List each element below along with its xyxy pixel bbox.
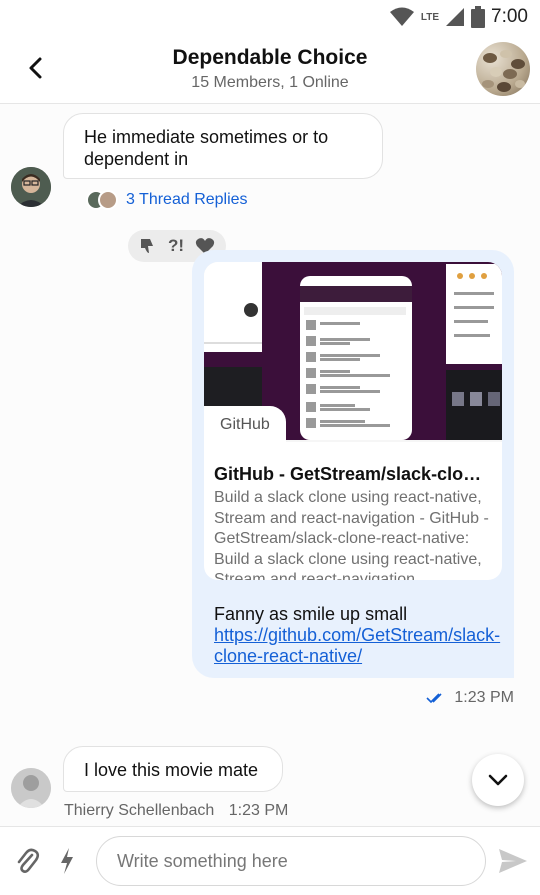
avatar[interactable]: [11, 768, 51, 808]
message-meta: 1:23 PM: [426, 689, 514, 707]
status-time: 7:00: [491, 6, 528, 27]
link-source: GitHub: [204, 406, 286, 444]
message-input[interactable]: [96, 836, 486, 886]
message-bubble[interactable]: I love this movie mate: [63, 746, 283, 792]
message-link[interactable]: https://github.com/GetStream/slack-clone…: [214, 625, 500, 666]
link-preview-title[interactable]: GitHub - GetStream/slack-clone…: [214, 464, 492, 485]
paperclip-icon[interactable]: [14, 847, 40, 877]
link-preview-image: GitHub: [204, 262, 502, 444]
status-bar: LTE 7:00: [0, 0, 540, 34]
message-bubble[interactable]: He immediate sometimes or to dependent i…: [63, 113, 383, 179]
message-text: I love this movie mate: [84, 760, 259, 780]
avatar: [98, 190, 118, 210]
chevron-down-icon: [488, 774, 508, 786]
thread-replies-link[interactable]: 3 Thread Replies: [126, 191, 248, 209]
network-label: LTE: [420, 11, 440, 23]
double-check-icon: [426, 693, 442, 704]
message-time: 1:23 PM: [228, 802, 289, 819]
message-text: He immediate sometimes or to dependent i…: [84, 127, 329, 169]
own-message-text: Fanny as smile up small https://github.c…: [214, 604, 506, 667]
battery-icon: [471, 6, 486, 28]
coffee-beans-image: [482, 50, 525, 92]
channel-title: Dependable Choice: [172, 46, 368, 69]
lightning-icon[interactable]: [58, 847, 76, 875]
link-preview-card[interactable]: GitHub GitHub - GetStream/slack-clone… B…: [204, 262, 502, 580]
message-meta: Thierry Schellenbach 1:23 PM: [64, 802, 288, 820]
link-preview-description: Build a slack clone using react-native, …: [214, 489, 489, 580]
wifi-icon: [389, 7, 414, 26]
channel-member-count: 15 Members, 1 Online: [191, 74, 349, 91]
interrobang-icon[interactable]: ?!: [168, 236, 184, 256]
avatar[interactable]: [11, 167, 51, 207]
send-icon[interactable]: [498, 847, 528, 875]
thread-replies[interactable]: 3 Thread Replies: [86, 190, 248, 210]
own-message-bubble[interactable]: GitHub GitHub - GetStream/slack-clone… B…: [192, 250, 514, 678]
thumbs-down-icon[interactable]: [139, 237, 157, 255]
user-photo: [11, 167, 51, 207]
message-composer: [0, 826, 540, 895]
sender-name: Thierry Schellenbach: [64, 802, 215, 819]
channel-header: Dependable Choice 15 Members, 1 Online: [0, 34, 540, 104]
message-text: Fanny as smile up small: [214, 604, 408, 624]
scroll-to-bottom-button[interactable]: [472, 754, 524, 806]
message-time: 1:23 PM: [454, 689, 514, 706]
user-photo: [11, 768, 51, 808]
channel-avatar[interactable]: [476, 42, 530, 96]
signal-icon: [446, 8, 465, 26]
